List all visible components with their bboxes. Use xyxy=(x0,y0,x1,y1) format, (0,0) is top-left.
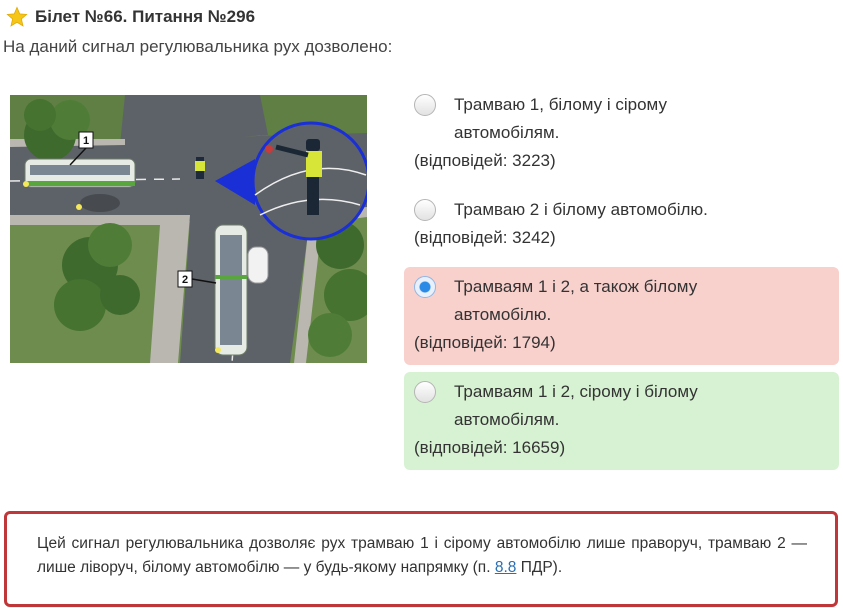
answer-text: Трамваям 1 і 2, а також білому xyxy=(454,277,698,296)
answer-option-2[interactable]: Трамваю 2 і білому автомобілю. (відповід… xyxy=(404,190,839,260)
answer-text: Трамваю 2 і білому автомобілю. xyxy=(454,200,708,219)
answer-option-1[interactable]: Трамваю 1, білому і сірому автомобілям. … xyxy=(404,85,839,183)
answer-text-cont: автомобілям. xyxy=(454,410,560,429)
radio-button-selected[interactable] xyxy=(414,276,436,298)
answer-option-4[interactable]: Трамваям 1 і 2, сірому і білому автомобі… xyxy=(404,372,839,470)
answer-text-cont: автомобілю. xyxy=(454,305,552,324)
explanation-text: Цей сигнал регулювальника дозволяє рух т… xyxy=(37,535,807,576)
answer-count: (відповідей: 3223) xyxy=(414,151,556,170)
tram-1-label: 1 xyxy=(83,135,89,147)
answer-option-3[interactable]: Трамваям 1 і 2, а також білому автомобіл… xyxy=(404,267,839,365)
answer-list: Трамваю 1, білому і сірому автомобілям. … xyxy=(404,85,839,477)
answer-count: (відповідей: 1794) xyxy=(414,333,556,352)
tram-2-label: 2 xyxy=(182,274,188,286)
answer-text-cont: автомобілям. xyxy=(454,123,560,142)
answer-count: (відповідей: 16659) xyxy=(414,438,566,457)
explanation-suffix: ПДР). xyxy=(516,559,563,576)
question-text: На даний сигнал регулювальника рух дозво… xyxy=(3,37,393,56)
explanation-box: Цей сигнал регулювальника дозволяє рух т… xyxy=(4,511,838,607)
star-icon[interactable] xyxy=(6,6,28,28)
answer-count: (відповідей: 3242) xyxy=(414,228,556,247)
radio-button[interactable] xyxy=(414,199,436,221)
rule-link[interactable]: 8.8 xyxy=(495,559,517,576)
answer-text: Трамваю 1, білому і сірому xyxy=(454,95,667,114)
ticket-title: Білет №66. Питання №296 xyxy=(35,7,256,26)
answer-text: Трамваям 1 і 2, сірому і білому xyxy=(454,382,698,401)
radio-button[interactable] xyxy=(414,94,436,116)
question-image: 1 2 xyxy=(10,95,367,363)
question-header: Білет №66. Питання №296 xyxy=(6,6,255,28)
radio-button[interactable] xyxy=(414,381,436,403)
